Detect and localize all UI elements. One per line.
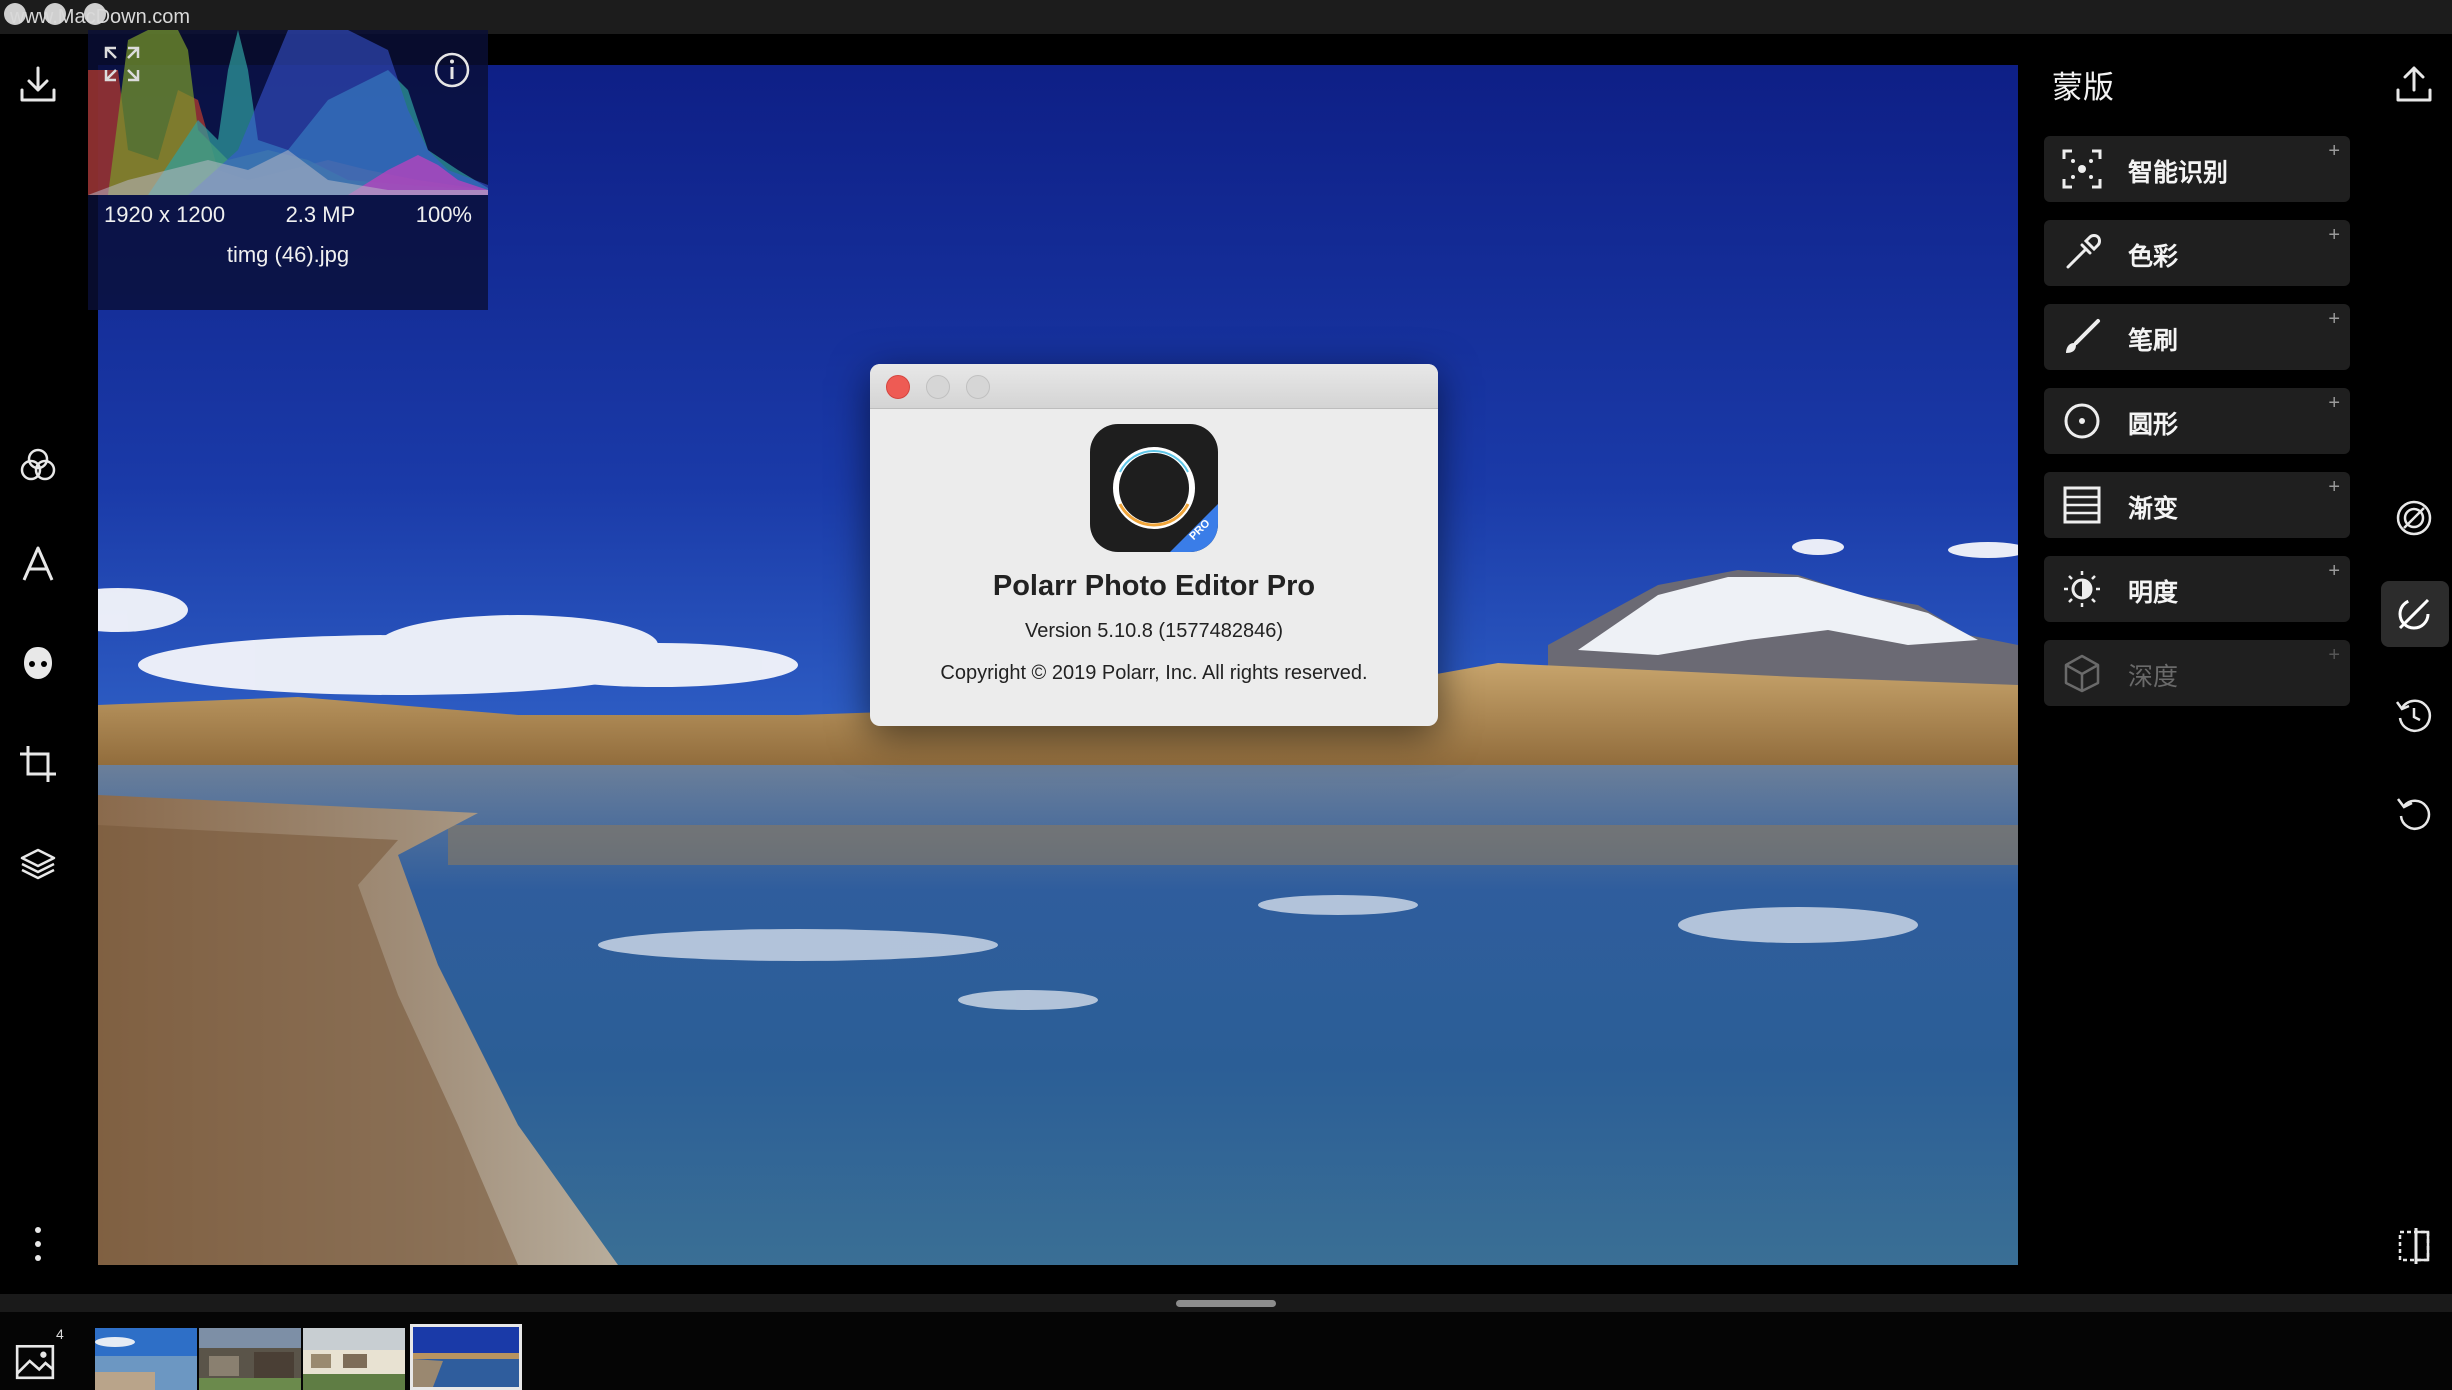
text-button[interactable] <box>14 540 62 588</box>
face-icon <box>24 647 52 679</box>
mask-item-gradient[interactable]: 渐变 + <box>2044 472 2350 538</box>
mask-item-brush[interactable]: 笔刷 + <box>2044 304 2350 370</box>
about-dialog: PRO Polarr Photo Editor Pro Version 5.10… <box>870 364 1438 726</box>
circle-icon <box>2064 403 2100 439</box>
gallery-icon <box>15 1344 55 1380</box>
add-icon[interactable]: + <box>2328 476 2340 499</box>
thumbnail-image <box>95 1328 197 1390</box>
gallery-button[interactable] <box>14 1340 56 1382</box>
adjust-button[interactable] <box>2390 494 2438 542</box>
add-icon[interactable]: + <box>2328 560 2340 583</box>
download-icon <box>20 66 56 102</box>
more-icon <box>35 1227 41 1261</box>
crop-button[interactable] <box>14 740 62 788</box>
text-icon <box>22 546 54 581</box>
mask-item-label: 渐变 <box>2128 495 2179 523</box>
title-bar: www.MacDown.com <box>0 0 2452 34</box>
more-button[interactable] <box>14 1220 62 1268</box>
filters-button[interactable] <box>14 441 62 489</box>
add-icon[interactable]: + <box>2328 308 2340 331</box>
dialog-close-button[interactable] <box>886 375 910 399</box>
smart-detect-icon <box>2062 149 2102 189</box>
add-icon[interactable]: + <box>2328 224 2340 247</box>
dialog-minimize-button[interactable] <box>926 375 950 399</box>
app-version: Version 5.10.8 (1577482846) <box>1025 620 1283 642</box>
crop-icon <box>20 746 56 782</box>
eyedropper-icon <box>2066 234 2101 269</box>
thumbnail[interactable] <box>95 1328 197 1390</box>
thumbnail[interactable] <box>303 1328 405 1390</box>
mask-item-label: 圆形 <box>2128 411 2179 439</box>
reset-icon <box>2397 798 2431 830</box>
compare-icon <box>2398 1228 2430 1264</box>
mask-item-smart-detect[interactable]: 智能识别 + <box>2044 136 2350 202</box>
info-icon[interactable] <box>432 50 472 90</box>
histogram-panel: 1920 x 1200 2.3 MP 100% timg (46).jpg <box>88 30 488 310</box>
mask-item-label: 明度 <box>2128 579 2179 607</box>
layers-button[interactable] <box>14 840 62 888</box>
download-button[interactable] <box>14 60 62 108</box>
panel-title: 蒙版 <box>2052 70 2114 105</box>
image-filename: timg (46).jpg <box>226 242 350 267</box>
zoom-level: 100% <box>415 202 472 227</box>
histogram-chart <box>88 30 488 195</box>
mask-button[interactable] <box>2390 590 2438 638</box>
history-button[interactable] <box>2390 692 2438 740</box>
mask-item-circle[interactable]: 圆形 + <box>2044 388 2350 454</box>
gradient-icon <box>2063 486 2101 524</box>
filters-icon <box>20 448 56 481</box>
brightness-icon <box>2064 571 2100 607</box>
add-icon[interactable]: + <box>2328 140 2340 163</box>
expand-icon[interactable] <box>102 44 142 84</box>
mask-item-label: 笔刷 <box>2128 327 2179 355</box>
adjust-icon <box>2396 500 2432 536</box>
mask-item-label: 深度 <box>2128 663 2179 691</box>
thumbnail-image <box>413 1327 519 1387</box>
thumbnail-image <box>303 1328 405 1390</box>
mask-item-color[interactable]: 色彩 + <box>2044 220 2350 286</box>
history-icon <box>2395 699 2432 732</box>
thumbnail-selected[interactable] <box>410 1324 522 1390</box>
thumbnail[interactable] <box>199 1328 301 1390</box>
export-button[interactable] <box>2390 60 2438 108</box>
mask-item-label: 智能识别 <box>2128 159 2229 187</box>
add-icon: + <box>2328 644 2340 666</box>
mask-item-depth: 深度 + <box>2044 640 2350 706</box>
add-icon[interactable]: + <box>2328 392 2340 415</box>
export-icon <box>2396 66 2432 102</box>
face-button[interactable] <box>14 639 62 687</box>
dialog-zoom-button[interactable] <box>966 375 990 399</box>
mask-item-brightness[interactable]: 明度 + <box>2044 556 2350 622</box>
image-info: 1920 x 1200 2.3 MP 100% timg (46).jpg <box>104 202 472 268</box>
reset-button[interactable] <box>2390 790 2438 838</box>
photo-count-badge: 4 <box>56 1326 64 1342</box>
app-name: Polarr Photo Editor Pro <box>992 570 1316 602</box>
depth-cube-icon <box>2064 654 2100 693</box>
filmstrip-drag-handle[interactable] <box>1176 1300 1276 1307</box>
dialog-titlebar <box>870 364 1438 409</box>
compare-button[interactable] <box>2390 1222 2438 1270</box>
image-dimensions: 1920 x 1200 <box>104 202 226 227</box>
watermark-text: www.MacDown.com <box>10 6 191 28</box>
thumbnail-image <box>199 1328 301 1390</box>
image-megapixels: 2.3 MP <box>285 202 356 227</box>
app-icon: PRO <box>1090 424 1218 552</box>
app-copyright: Copyright © 2019 Polarr, Inc. All rights… <box>940 662 1368 684</box>
mask-icon <box>2398 598 2430 630</box>
brush-icon <box>2066 319 2100 353</box>
layers-icon <box>20 848 56 880</box>
mask-item-label: 色彩 <box>2128 243 2179 271</box>
